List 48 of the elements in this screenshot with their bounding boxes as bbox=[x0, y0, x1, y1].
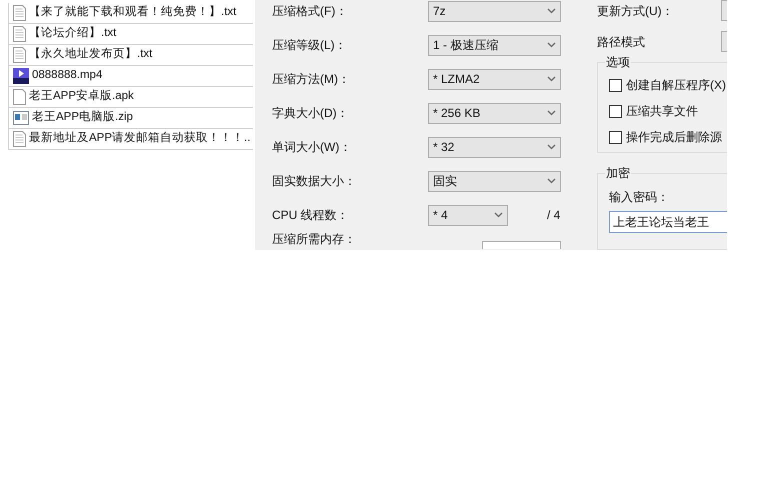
setting-label: 压缩所需内存： bbox=[272, 231, 357, 248]
setting-label: CPU 线程数： bbox=[272, 207, 350, 224]
caret-icon bbox=[547, 144, 556, 150]
dropdown[interactable]: 1 - 极速压缩 bbox=[428, 34, 561, 56]
checkbox[interactable] bbox=[609, 104, 622, 118]
setting-label: 压缩格式(F)： bbox=[272, 3, 348, 20]
file-icon bbox=[13, 89, 26, 105]
setting-label: 固实数据大小： bbox=[272, 173, 357, 190]
window-file-icon bbox=[13, 111, 29, 125]
text-file-icon bbox=[13, 47, 26, 63]
setting-label: 字典大小(D)： bbox=[272, 105, 350, 122]
checkbox-label: 创建自解压程序(X) bbox=[626, 77, 726, 94]
setting-label: 压缩等级(L)： bbox=[272, 37, 348, 54]
file-list-item[interactable]: 最新地址及APP请发邮箱自动获取！！！.. bbox=[9, 129, 253, 150]
dropdown[interactable]: * 256 KB bbox=[428, 102, 561, 124]
group-title: 选项 bbox=[605, 54, 631, 69]
thread-count: / 4 bbox=[547, 207, 560, 224]
caret-icon bbox=[547, 8, 556, 14]
caret-icon bbox=[547, 42, 556, 48]
file-list-item[interactable]: 【来了就能下载和观看！纯免费！】.txt bbox=[9, 3, 253, 24]
checkbox-label: 操作完成后删除源 bbox=[626, 129, 722, 146]
caret-icon bbox=[547, 178, 556, 184]
password-label: 输入密码： bbox=[609, 189, 670, 206]
setting-label: 压缩方法(M)： bbox=[272, 71, 351, 88]
dropdown[interactable]: * 32 bbox=[428, 136, 561, 158]
dropdown[interactable]: * LZMA2 bbox=[428, 68, 561, 90]
password-field[interactable]: 上老王论坛当老王 bbox=[609, 211, 727, 234]
dropdown[interactable]: * 4 bbox=[428, 204, 508, 226]
file-list-item[interactable]: 老王APP安卓版.apk bbox=[9, 87, 253, 108]
caret-icon bbox=[494, 212, 503, 218]
file-list-item[interactable]: 【论坛介绍】.txt bbox=[9, 24, 253, 45]
caret-icon bbox=[547, 110, 556, 116]
text-file-icon bbox=[13, 26, 26, 42]
file-list-item[interactable]: 老王APP电脑版.zip bbox=[9, 108, 253, 129]
caret-icon bbox=[547, 76, 556, 82]
dropdown[interactable]: 7z bbox=[428, 0, 561, 22]
update-mode-label: 更新方式(U)： bbox=[597, 2, 674, 20]
dropdown[interactable]: 固实 bbox=[428, 170, 561, 192]
file-list-item[interactable]: 【永久地址发布页】.txt bbox=[9, 45, 253, 66]
group-title: 加密 bbox=[605, 166, 631, 180]
setting-label: 单词大小(W)： bbox=[272, 139, 352, 156]
checkbox[interactable] bbox=[609, 78, 622, 92]
text-file-icon bbox=[13, 131, 26, 147]
checkbox-label: 压缩共享文件 bbox=[626, 103, 698, 120]
path-mode-label: 路径模式 bbox=[597, 34, 645, 51]
checkbox[interactable] bbox=[609, 130, 622, 144]
video-file-icon bbox=[13, 68, 29, 84]
file-list-item[interactable]: 0888888.mp4 bbox=[9, 66, 253, 87]
